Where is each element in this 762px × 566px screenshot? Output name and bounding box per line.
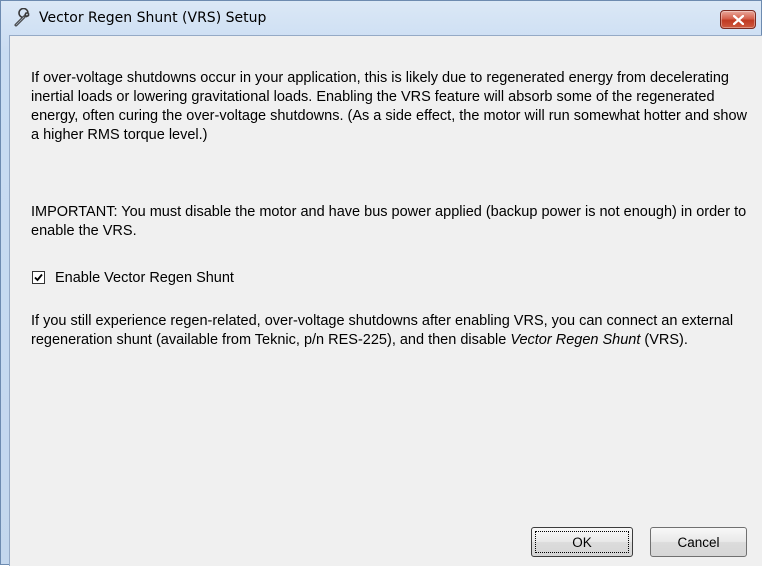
external-shunt-text-end: (VRS). xyxy=(640,332,688,348)
ok-button[interactable]: OK xyxy=(531,527,633,557)
checkmark-icon xyxy=(34,273,43,282)
cancel-button[interactable]: Cancel xyxy=(650,527,747,557)
title-bar[interactable]: Vector Regen Shunt (VRS) Setup xyxy=(1,1,761,35)
close-icon xyxy=(733,15,744,25)
window-title: Vector Regen Shunt (VRS) Setup xyxy=(39,10,267,26)
vrs-description-text: If over-voltage shutdowns occur in your … xyxy=(31,70,747,143)
wrench-icon xyxy=(13,7,33,28)
dialog-window: Vector Regen Shunt (VRS) Setup If over-v… xyxy=(0,0,762,566)
close-button[interactable] xyxy=(720,10,756,29)
vector-regen-shunt-emphasis: Vector Regen Shunt xyxy=(510,332,641,348)
enable-vrs-checkbox[interactable] xyxy=(32,271,45,284)
dialog-body: If over-voltage shutdowns occur in your … xyxy=(9,35,762,566)
important-note-text: IMPORTANT: You must disable the motor an… xyxy=(31,204,747,239)
ok-button-label: OK xyxy=(572,534,592,550)
external-shunt-text: If you still experience regen-related, o… xyxy=(31,312,755,350)
enable-vrs-label[interactable]: Enable Vector Regen Shunt xyxy=(55,269,234,288)
